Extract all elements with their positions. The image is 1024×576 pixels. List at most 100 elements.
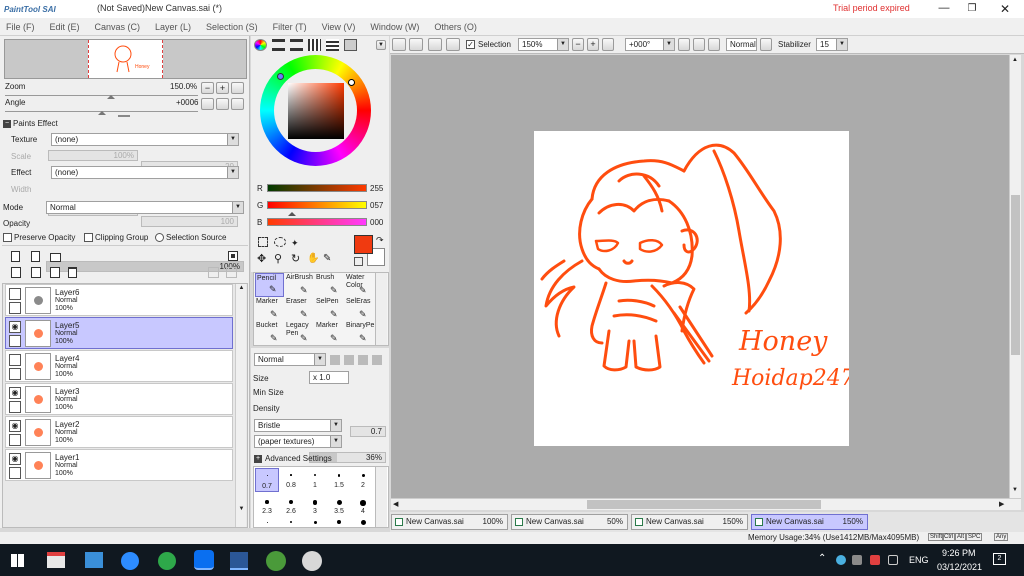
menu-view[interactable]: View (V): [322, 22, 356, 32]
maximize-button[interactable]: ❐: [958, 0, 986, 18]
rotate-reset-canvas-button[interactable]: [708, 38, 720, 51]
rotate-tool-icon[interactable]: ↻: [291, 253, 303, 265]
paint-tool-sai-taskbar-icon[interactable]: [302, 551, 322, 571]
canvas-zoom-in-button[interactable]: +: [587, 38, 599, 51]
canvas-angle-select[interactable]: +000° ▼: [625, 38, 675, 51]
close-button[interactable]: ✕: [990, 0, 1020, 18]
canvas-blend-select[interactable]: Normal: [726, 38, 757, 51]
transparent-color-icon[interactable]: [354, 257, 363, 266]
lasso-icon[interactable]: [274, 237, 286, 247]
size-multiplier-select[interactable]: x 1.0: [309, 371, 349, 384]
clear-layer-icon[interactable]: [50, 267, 60, 278]
scale-slider[interactable]: 100%: [48, 150, 138, 161]
scroll-down-icon[interactable]: ▼: [1012, 487, 1018, 493]
brush-size-preset-dot[interactable]: [313, 520, 317, 524]
flip-view-button[interactable]: [760, 38, 772, 51]
layer-list-scrollbar[interactable]: ▲ ▼: [235, 284, 246, 527]
scroll-up-icon[interactable]: ▲: [1012, 57, 1018, 63]
clock-time[interactable]: 9:26 PM: [942, 548, 976, 558]
layer-lock-toggle[interactable]: [9, 401, 21, 413]
preserve-opacity-checkbox[interactable]: [3, 233, 12, 242]
rotate-reset-button[interactable]: [231, 98, 244, 110]
hsv-slider-tab-icon[interactable]: [290, 39, 303, 51]
texture-select[interactable]: (none) ▼: [51, 133, 239, 146]
mode-select[interactable]: Normal ▼: [46, 201, 244, 214]
swatches-tab-icon[interactable]: [326, 39, 339, 51]
advanced-settings-toggle[interactable]: + Advanced Settings: [254, 454, 384, 465]
undo-button[interactable]: [392, 38, 406, 51]
brush-size-preset-dot[interactable]: [337, 520, 341, 524]
canvas-zoom-out-button[interactable]: −: [572, 38, 584, 51]
r-slider[interactable]: [267, 184, 367, 192]
zoom-reset-button[interactable]: [231, 82, 244, 94]
merge-down-icon[interactable]: [31, 267, 41, 278]
zoom-tool-icon[interactable]: ⚲: [274, 253, 286, 265]
system-tray-up-icon[interactable]: ⌃: [818, 553, 826, 564]
brush-size-preset[interactable]: 0.8: [279, 468, 303, 492]
color-wheel[interactable]: [260, 55, 371, 166]
vertical-scroll-thumb[interactable]: [1011, 195, 1020, 355]
visibility-toggle[interactable]: ◉: [9, 453, 21, 465]
selection-checkbox[interactable]: ✓: [466, 40, 475, 49]
menu-others[interactable]: Others (O): [434, 22, 477, 32]
new-folder-icon[interactable]: [50, 253, 61, 262]
document-tab[interactable]: New Canvas.sai 100%: [391, 514, 508, 530]
hand-tool-icon[interactable]: ✋: [307, 253, 319, 265]
tool-bucket-button[interactable]: Bucket ✎: [255, 321, 284, 345]
drawing-canvas[interactable]: Honey Hoidap247: [534, 131, 849, 446]
layer-options-icon[interactable]: [228, 251, 238, 261]
layer-lock-toggle[interactable]: [9, 302, 21, 314]
delete-layer-icon[interactable]: [68, 267, 77, 278]
scroll-left-icon[interactable]: ◀: [393, 500, 398, 508]
brush-size-preset-dot[interactable]: [266, 521, 268, 523]
invert-selection-button[interactable]: [446, 38, 460, 51]
rect-select-icon[interactable]: [258, 237, 268, 247]
scroll-up-icon[interactable]: ▲: [237, 285, 246, 294]
word-icon[interactable]: [230, 552, 248, 570]
color-panel-menu-button[interactable]: ▼: [376, 40, 386, 50]
menu-file[interactable]: File (F): [6, 22, 35, 32]
layer-lock-toggle[interactable]: [9, 467, 21, 479]
layer-row[interactable]: ◉ Layer1 Normal 100%: [5, 449, 233, 481]
g-slider[interactable]: [267, 201, 367, 209]
transfer-down-icon[interactable]: [11, 267, 21, 278]
layer-row[interactable]: Layer6 Normal 100%: [5, 284, 233, 316]
menu-edit[interactable]: Edit (E): [50, 22, 80, 32]
layer-row[interactable]: Layer4 Normal 100%: [5, 350, 233, 382]
canvas-zoom-reset-button[interactable]: [602, 38, 614, 51]
layer-lock-toggle[interactable]: [9, 434, 21, 446]
tool-binarype-button[interactable]: BinaryPe ✎: [345, 321, 374, 345]
effect-select[interactable]: (none) ▼: [51, 166, 239, 179]
new-linework-layer-icon[interactable]: [31, 251, 40, 262]
brush-size-preset[interactable]: 3: [303, 494, 327, 518]
menu-layer[interactable]: Layer (L): [155, 22, 191, 32]
rgb-slider-tab-icon[interactable]: [272, 39, 285, 51]
taskbar-app-2-icon[interactable]: [85, 552, 103, 568]
brush-size-preset[interactable]: 2.3: [255, 494, 279, 518]
menu-canvas[interactable]: Canvas (C): [95, 22, 141, 32]
zoom-slider[interactable]: [5, 91, 198, 99]
visibility-toggle[interactable]: ◉: [9, 420, 21, 432]
tool-legacy-button[interactable]: Legacy Pen ✎: [285, 321, 314, 345]
tool-eraser-button[interactable]: Eraser ✎: [285, 297, 314, 321]
zoom-out-button[interactable]: −: [201, 82, 214, 94]
menu-selection[interactable]: Selection (S): [206, 22, 258, 32]
visibility-toggle[interactable]: [9, 288, 21, 300]
horizontal-scroll-thumb[interactable]: [587, 500, 821, 509]
brush-size-preset[interactable]: 1.5: [327, 468, 351, 492]
brush-size-preset[interactable]: 2.6: [279, 494, 303, 518]
brush-shape-presets[interactable]: [330, 355, 386, 365]
panel-splitter[interactable]: [118, 115, 130, 117]
visibility-toggle[interactable]: ◉: [9, 387, 21, 399]
navigator-preview[interactable]: Honey: [4, 39, 247, 79]
tool-marker-button[interactable]: Marker ✎: [315, 321, 344, 345]
tool-marker-button[interactable]: Marker ✎: [255, 297, 284, 321]
visibility-toggle[interactable]: ◉: [9, 321, 21, 333]
angle-slider[interactable]: [5, 107, 198, 115]
layer-row[interactable]: ◉ Layer5 Normal 100%: [5, 317, 233, 349]
brush-shape-select[interactable]: Bristle ▼: [254, 419, 342, 432]
primary-color-swatch[interactable]: [354, 235, 373, 254]
minimize-button[interactable]: —: [930, 0, 958, 18]
layer-lock-toggle[interactable]: [9, 335, 21, 347]
tool-pencil-button[interactable]: Pencil ✎: [255, 273, 284, 297]
